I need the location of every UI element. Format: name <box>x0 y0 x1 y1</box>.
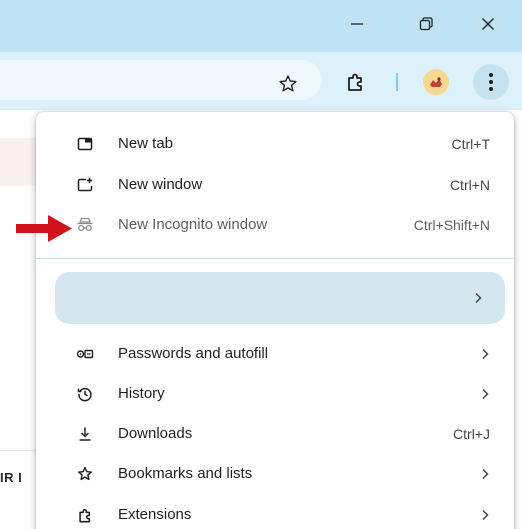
menu-label: History <box>118 385 165 402</box>
close-button[interactable] <box>462 0 514 48</box>
menu-item-downloads[interactable]: Downloads Ctrl+J <box>36 414 514 454</box>
menu-label: Bookmarks and lists <box>118 465 253 482</box>
menu-item-passwords-and-autofill[interactable]: Passwords and autofill <box>36 334 514 374</box>
menu-label: Passwords and autofill <box>118 345 269 362</box>
menu-shortcut: Ctrl+Shift+N <box>413 217 490 233</box>
extensions-button[interactable] <box>343 69 369 95</box>
kebab-icon <box>489 73 493 91</box>
menu-shortcut: Ctrl+T <box>451 136 491 152</box>
browser-window: IR I New tab Ctrl+T New window Ctrl+N Ne… <box>0 0 522 529</box>
menu-label: New tab <box>118 135 174 152</box>
menu-label: New Incognito window <box>118 216 268 233</box>
incognito-icon <box>74 205 96 245</box>
toolbar <box>0 52 522 110</box>
page-partial-text: IR I <box>0 470 23 485</box>
menu-item-history[interactable]: History <box>36 374 514 414</box>
menu-label: New window <box>118 176 203 193</box>
menu-label: Downloads <box>118 425 193 442</box>
chevron-right-icon <box>478 495 492 529</box>
menu-button[interactable] <box>473 64 509 100</box>
puzzle-icon <box>74 495 96 529</box>
menu-item-bookmarks-and-lists[interactable]: Bookmarks and lists <box>36 454 514 494</box>
menu-divider <box>36 258 514 259</box>
key-icon <box>74 334 96 374</box>
profile-avatar[interactable] <box>423 69 449 95</box>
menu-item-new-window[interactable]: New window Ctrl+N <box>36 165 514 205</box>
new-window-icon <box>74 165 96 205</box>
star-icon <box>74 454 96 494</box>
minimize-button[interactable] <box>331 0 383 48</box>
chevron-right-icon <box>478 454 492 494</box>
chevron-right-icon <box>478 334 492 374</box>
download-icon <box>74 414 96 454</box>
toolbar-separator <box>396 73 398 91</box>
address-bar[interactable] <box>0 60 322 100</box>
menu-shortcut: Ctrl+N <box>449 177 490 193</box>
bookmark-button[interactable] <box>274 70 302 98</box>
menu-item-extensions[interactable]: Extensions <box>36 495 514 529</box>
profile-row[interactable] <box>55 272 505 324</box>
avatar-icon <box>425 71 447 93</box>
menu-item-new-tab[interactable]: New tab Ctrl+T <box>36 124 514 164</box>
chrome-menu: New tab Ctrl+T New window Ctrl+N New Inc… <box>36 112 514 529</box>
menu-item-new-incognito-window[interactable]: New Incognito window Ctrl+Shift+N <box>36 205 514 245</box>
menu-shortcut: Ctrl+J <box>453 426 490 442</box>
restore-button[interactable] <box>400 0 452 48</box>
chevron-right-icon <box>471 278 485 318</box>
red-arrow-icon <box>16 215 72 242</box>
puzzle-icon <box>348 73 362 91</box>
star-icon <box>279 75 297 92</box>
close-icon <box>482 18 494 30</box>
history-icon <box>74 374 96 414</box>
chevron-right-icon <box>478 374 492 414</box>
minimize-icon <box>351 23 363 25</box>
restore-icon <box>419 17 433 31</box>
menu-label: Extensions <box>118 506 192 523</box>
new-tab-icon <box>74 124 96 164</box>
title-bar <box>0 0 522 52</box>
